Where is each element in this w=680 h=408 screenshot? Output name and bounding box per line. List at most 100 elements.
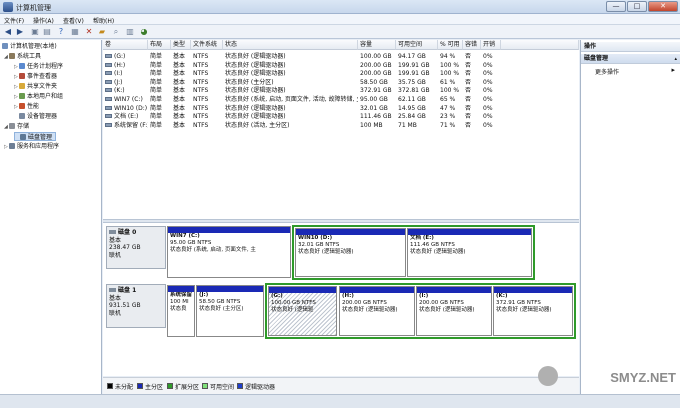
folder-icon[interactable]: ▰ [97,27,107,37]
volume-list-panel: 卷布局 类型 文件系统 状态 容量 可用空间% 可用 容错 开销 (G:) 简单 基本 NTFS 状态… [103,40,579,219]
maximize-button[interactable]: □ [627,1,647,12]
actions-section-disk-management[interactable]: 磁盘管理 ▴ [581,54,680,64]
hard-disk-icon [109,230,116,234]
storage-icon [9,123,15,129]
col-overhead-header[interactable]: 开销 [481,40,501,50]
computer-icon [2,43,8,49]
partition-win7-c[interactable]: WIN7 (C:) 95.00 GB NTFS 状态良好 (系统, 启动, 页面… [167,226,291,278]
col-status-header[interactable]: 状态 [223,40,358,50]
toolbar: ◀ ▶ ▣ ▤ ? ▦ ✕ ▰ ⌕ ▥ ◕ [0,25,680,39]
partition-j[interactable]: (J:) 58.50 GB NTFS 状态良好 (主分区) [196,285,264,337]
up-icon[interactable]: ▣ [30,27,40,37]
table-row[interactable]: 系统保留 (F:) 简单 基本 NTFS 状态良好 (活动, 主分区) 100 MB 71 … [103,121,573,130]
back-icon[interactable]: ◀ [3,27,13,37]
col-free-space-header[interactable]: 可用空间 [396,40,438,50]
logical-drive-bar [417,287,491,293]
partition-system-reserved[interactable]: 系统保留 100 MI 状态良 [167,285,195,337]
lock-icon[interactable]: ▥ [125,27,135,37]
clock-icon [19,63,25,69]
legend-swatch-free [202,383,208,389]
menu-bar: 文件(F) 操作(A) 查看(V) 帮助(H) [0,14,680,25]
col-fault-tolerance-cell: 否 [465,121,472,129]
forward-icon[interactable]: ▶ [15,27,25,37]
tree-item-event-viewer[interactable]: ▷ 事件查看器 [14,72,57,81]
performance-icon [19,103,25,109]
col-overhead-cell: 0% [483,121,493,129]
col-fault-tolerance-header[interactable]: 容错 [463,40,481,50]
pie-chart-icon[interactable]: ◕ [139,27,149,37]
volume-icon [105,97,112,101]
collapse-icon[interactable]: ▴ [674,54,677,64]
tree-item-task-scheduler[interactable]: ▷ 任务计划程序 [14,62,63,71]
logical-drive-bar [269,287,336,293]
volume-icon [105,54,112,58]
partition-win10-d[interactable]: WIN10 (D:) 32.01 GB NTFS 状态良好 (逻辑驱动器) [295,228,406,277]
tree-item-shared-folders[interactable]: ▷ 共享文件夹 [14,82,57,91]
col-percent-free-header[interactable]: % 可用 [438,40,463,50]
tree-item-storage[interactable]: ◢ 存储 [4,122,29,131]
col-capacity-cell: 100 MB [360,121,383,129]
col-filesystem-header[interactable]: 文件系统 [191,40,223,50]
logical-drive-bar [296,229,405,235]
col-capacity-header[interactable]: 容量 [358,40,396,50]
navigation-tree: 计算机管理(本地) ◢ 系统工具 ▷ 任务计划程序 ▷ 事件查看器 ▷ 共享文件夹 ▷ 本… [0,40,102,394]
disk-0-label[interactable]: 磁盘 0 基本 238.47 GB 联机 [106,226,166,269]
tree-item-computer-management[interactable]: 计算机管理(本地) [2,42,57,51]
tree-item-services-apps[interactable]: ▷ 服务和应用程序 [4,142,59,151]
show-hide-tree-icon[interactable]: ▤ [42,27,52,37]
actions-pane: 操作 磁盘管理 ▴ 更多操作 ▸ [580,40,680,394]
volume-icon [105,122,112,127]
legend-swatch-logical [237,383,243,389]
volume-icon [105,79,112,84]
col-type-cell: 基本 [173,121,186,129]
menu-view[interactable]: 查看(V) [63,16,84,25]
disk-1-label[interactable]: 磁盘 1 基本 931.51 GB 联机 [106,284,166,328]
computer-management-icon [3,2,13,12]
logical-drive-bar [340,287,414,293]
primary-partition-bar [168,286,194,292]
volume-icon [105,114,112,119]
legend-swatch-extended [167,383,173,389]
col-filesystem-cell: NTFS [193,121,209,129]
title-bar: 计算机管理 — □ ✕ [0,0,680,14]
delete-icon[interactable]: ✕ [84,27,94,37]
col-volume-header[interactable]: 卷 [103,40,148,50]
partition-docs-e[interactable]: 文档 (E:) 111.46 GB NTFS 状态良好 (逻辑驱动器) [407,228,532,277]
logical-drive-bar [494,287,572,293]
status-bar [0,394,680,408]
menu-help[interactable]: 帮助(H) [93,16,114,25]
users-icon [19,93,25,99]
more-actions-link[interactable]: 更多操作 [595,67,619,76]
hard-disk-icon [109,288,116,292]
partition-i[interactable]: (I:) 200.00 GB NTFS 状态良好 (逻辑驱动器) [416,286,492,336]
partition-g-selected[interactable]: (G:) 100.00 GB NTFS 状态良好 (逻辑驱 [268,286,337,336]
menu-action[interactable]: 操作(A) [33,16,54,25]
tree-item-performance[interactable]: ▷ 性能 [14,102,39,111]
search-icon[interactable]: ⌕ [111,27,121,37]
tree-item-local-users-groups[interactable]: ▷ 本地用户和组 [14,92,63,101]
volume-icon [105,88,112,93]
watermark-logo [538,366,558,386]
header-filler [501,40,579,50]
partition-legend: 未分配 主分区 扩展分区 可用空间 逻辑驱动器 [103,377,579,394]
col-layout-header[interactable]: 布局 [148,40,171,50]
partition-h[interactable]: (H:) 200.00 GB NTFS 状态良好 (逻辑驱动器) [339,286,415,336]
properties-icon[interactable]: ▦ [70,27,80,37]
actions-header: 操作 [581,42,680,52]
col-status-cell: 状态良好 (活动, 主分区) [225,121,290,129]
help-icon[interactable]: ? [56,27,66,37]
tree-item-disk-management[interactable]: 磁盘管理 [14,132,57,141]
minimize-button[interactable]: — [606,1,626,12]
close-button[interactable]: ✕ [648,1,678,12]
col-volume-cell: 系统保留 (F:) [103,121,148,130]
disk-icon [20,134,26,140]
menu-file[interactable]: 文件(F) [4,16,24,25]
tree-item-device-manager[interactable]: 设备管理器 [14,112,57,121]
volume-icon [105,62,112,67]
col-layout-cell: 简单 [150,121,163,129]
col-type-header[interactable]: 类型 [171,40,191,50]
legend-swatch-primary [137,383,143,389]
tree-item-system-tools[interactable]: ◢ 系统工具 [4,52,41,61]
more-actions-arrow-icon[interactable]: ▸ [671,66,675,74]
partition-k[interactable]: (K:) 372.91 GB NTFS 状态良好 (逻辑驱动器) [493,286,573,336]
